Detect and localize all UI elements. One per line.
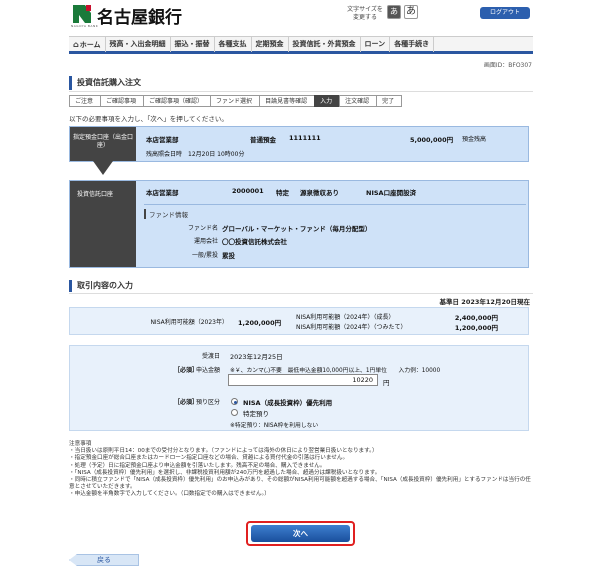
nav-item-procedures[interactable]: 各種手続き: [390, 37, 435, 52]
header: NAGOYA BANK 名古屋銀行 文字サイズを変更する あ あ ログアウト: [0, 0, 600, 34]
notes: 注意事項 ・当日扱いは原則平日14：00までの受付分となります。（ファンドによっ…: [69, 441, 534, 499]
amount-label: 申込金額: [195, 367, 220, 374]
nisa-status: NISA口座開設済: [366, 189, 417, 197]
main-nav: ⌂ホーム 残高・入出金明細 振込・振替 各種支払 定期預金 投資信託・外貨預金 …: [69, 36, 533, 54]
fund-company-value: 〇〇投資信託株式会社: [222, 238, 287, 246]
nav-item-transfer[interactable]: 振込・振替: [171, 37, 215, 52]
base-date: 基準日 2023年12月20日現在: [439, 298, 530, 306]
divider: [144, 204, 526, 205]
fund-account-type: 特定: [276, 189, 289, 197]
nav-item-label: ホーム: [79, 41, 101, 49]
fontsize-small-button[interactable]: あ: [387, 5, 401, 19]
fontsize-large-button[interactable]: あ: [404, 5, 418, 19]
radio-nisa-growth[interactable]: [231, 398, 238, 405]
withholding-status: 源泉徴収あり: [300, 189, 339, 197]
step-item: 完了: [376, 95, 403, 107]
nisa-limit-growth-label: NISA利用可能額（2024年）（成長）: [296, 314, 395, 321]
account-branch: 本店営業部: [146, 136, 179, 144]
balance-datetime: 残高照会日時 12月20日 10時00分: [146, 151, 245, 158]
fund-name-value: グローバル・マーケット・ファンド（毎月分配型）: [222, 225, 372, 233]
logout-button[interactable]: ログアウト: [480, 7, 530, 19]
nav-item-balance[interactable]: 残高・入出金明細: [106, 37, 171, 52]
house-icon: ⌂: [73, 40, 79, 49]
fund-branch: 本店営業部: [146, 189, 179, 197]
order-entry-panel: 受渡日 2023年12月25日 ［必須］ 申込金額 ※￥、カンマ(,)不要 最低…: [69, 345, 529, 431]
step-item: ご確認事項（確認）: [143, 95, 212, 107]
amount-hint: ※￥、カンマ(,)不要 最低申込金額10,000円以上、1円単位 入力例：100…: [230, 368, 441, 374]
deposit-type-label: 預り区分: [195, 399, 220, 406]
fund-info-heading: ファンド情報: [144, 209, 188, 219]
deposit-note: ※特定預り：NISA枠を利用しない: [230, 423, 319, 429]
account-balance: 5,000,000円: [410, 136, 454, 144]
step-item: ご注意: [69, 95, 102, 107]
nisa-limit-growth-value: 2,400,000円: [454, 314, 498, 322]
back-button[interactable]: 戻る: [69, 554, 139, 566]
bank-logo-icon: [73, 5, 91, 23]
nav-item-loan[interactable]: ローン: [361, 37, 391, 52]
amount-input[interactable]: [228, 374, 378, 386]
logo-subtitle: NAGOYA BANK: [71, 24, 99, 28]
bank-name: 名古屋銀行: [97, 8, 182, 28]
nav-item-time-deposit[interactable]: 定期預金: [252, 37, 289, 52]
instruction-text: 以下の必要事項を入力し、「次へ」を押してください。: [69, 115, 228, 123]
step-item: ファンド選択: [210, 95, 261, 107]
note-item: ・「NISA（成長投資枠）優先利用」を選択し、非課税投資利用額が240万円を超過…: [69, 469, 381, 476]
nisa-limit-2023-label: NISA利用可能額（2023年）: [150, 319, 228, 326]
nav-item-home[interactable]: ⌂ホーム: [69, 37, 106, 52]
step-item: 注文確認: [339, 95, 378, 107]
down-arrow-icon: [93, 161, 113, 175]
note-item: ・申込金額を半角数字で入力してください。（口数指定での購入はできません。）: [69, 491, 270, 498]
nisa-limits-panel: NISA利用可能額（2023年） 1,200,000円 NISA利用可能額（20…: [69, 307, 529, 335]
withdrawal-account-panel: 指定預金口座（出金口座） 本店営業部 普通預金 1111111 5,000,00…: [69, 126, 529, 162]
fund-account-number: 2000001: [232, 187, 264, 195]
radio-tokutei-label: 特定預り: [243, 410, 269, 418]
amount-unit: 円: [383, 379, 390, 387]
step-item-active: 入力: [314, 95, 341, 107]
screen-id: 画面ID：BFO307: [483, 62, 532, 69]
nisa-limit-tsumitate-label: NISA利用可能額（2024年）（つみたて）: [296, 324, 407, 331]
balance-label: 預金残高: [462, 136, 487, 143]
radio-nisa-growth-label: NISA（成長投資枠）優先利用: [243, 399, 333, 407]
next-button[interactable]: 次へ: [251, 525, 350, 542]
nav-item-payments[interactable]: 各種支払: [215, 37, 252, 52]
account-number: 1111111: [289, 134, 321, 142]
fund-account-label: 投資信託口座: [70, 181, 136, 267]
fund-category-label: 一般/累投: [191, 252, 218, 259]
note-item: ・指定預金口座が総合口座またはカードローン指定口座などの場合、貸越による買付代金…: [69, 455, 349, 462]
step-item: 目論見書等確認: [259, 95, 316, 107]
delivery-date-label: 受渡日: [201, 353, 220, 360]
divider: [69, 91, 533, 92]
account-type: 普通預金: [250, 136, 276, 144]
radio-tokutei[interactable]: [231, 409, 238, 416]
progress-steps: ご注意 ご確認事項 ご確認事項（確認） ファンド選択 目論見書等確認 入力 注文…: [69, 95, 403, 107]
delivery-date-value: 2023年12月25日: [230, 353, 283, 361]
fund-category-value: 累投: [222, 252, 235, 260]
section-title: 取引内容の入力: [69, 280, 533, 292]
page-title: 投資信託購入注文: [69, 76, 533, 90]
note-item: ・同時に積立ファンドで「NISA（成長投資枠）優先利用」のお申込みがあり、その総…: [69, 477, 531, 491]
nav-item-investment[interactable]: 投資信託・外貨預金: [289, 37, 361, 52]
nisa-limit-2023-value: 1,200,000円: [238, 319, 282, 327]
note-item: ・処理（予定）日に指定預金口座より申込金額を引落いたします。残高不足の場合、購入…: [69, 462, 326, 469]
divider: [69, 293, 533, 294]
fontsize-label: 文字サイズを変更する: [347, 6, 383, 21]
fund-name-label: ファンド名: [187, 225, 218, 232]
nisa-limit-tsumitate-value: 1,200,000円: [454, 324, 498, 332]
account-label: 指定預金口座（出金口座）: [70, 127, 136, 161]
fund-company-label: 運用会社: [193, 238, 218, 245]
investment-account-panel: 投資信託口座 本店営業部 2000001 特定 源泉徴収あり NISA口座開設済…: [69, 180, 529, 268]
step-item: ご確認事項: [100, 95, 145, 107]
